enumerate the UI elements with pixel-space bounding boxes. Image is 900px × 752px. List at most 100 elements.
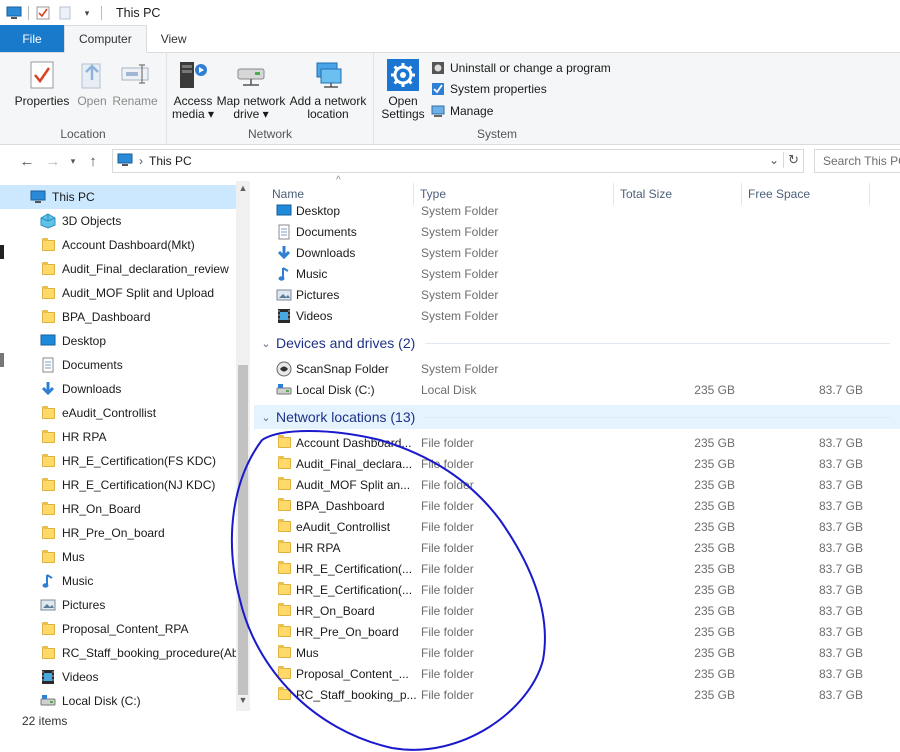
folder-icon bbox=[40, 237, 56, 253]
address-dropdown-icon[interactable]: ⌄ bbox=[769, 153, 779, 167]
file-row[interactable]: Proposal_Content_... File folder 235 GB 83.… bbox=[254, 663, 900, 684]
nav-item[interactable]: Pictures bbox=[0, 593, 236, 617]
uninstall-program-button[interactable]: Uninstall or change a program bbox=[430, 58, 611, 78]
file-row[interactable]: BPA_Dashboard File folder 235 GB 83.7 GB bbox=[254, 495, 900, 516]
folder-icon bbox=[40, 405, 56, 421]
nav-item[interactable]: Desktop bbox=[0, 329, 236, 353]
file-name-text: HR_E_Certification(... bbox=[296, 561, 413, 576]
nav-item[interactable]: Documents bbox=[0, 353, 236, 377]
file-row[interactable]: HR RPA File folder 235 GB 83.7 GB bbox=[254, 537, 900, 558]
nav-item[interactable]: This PC bbox=[0, 185, 236, 209]
search-input[interactable]: Search This PC bbox=[814, 149, 900, 173]
folder-icon bbox=[40, 501, 56, 517]
properties-label: Properties bbox=[14, 94, 70, 108]
file-row[interactable]: HR_E_Certification(... File folder 235 GB 8… bbox=[254, 558, 900, 579]
file-row[interactable]: Audit_Final_declara... File folder 235 GB 8… bbox=[254, 453, 900, 474]
system-properties-label: System properties bbox=[450, 82, 547, 96]
file-row[interactable]: Local Disk (C:) Local Disk 235 GB 83.7 GB bbox=[254, 379, 900, 400]
file-row[interactable]: HR_E_Certification(... File folder 235 GB 8… bbox=[254, 579, 900, 600]
properties-quick-icon[interactable] bbox=[35, 5, 51, 21]
file-row[interactable]: Desktop System Folder bbox=[254, 200, 900, 221]
file-name: Local Disk (C:) bbox=[276, 382, 375, 398]
file-type: File folder bbox=[421, 582, 474, 597]
nav-item[interactable]: Audit_MOF Split and Upload bbox=[0, 281, 236, 305]
nav-item[interactable]: Proposal_Content_RPA bbox=[0, 617, 236, 641]
forward-button[interactable]: → bbox=[40, 148, 66, 174]
add-network-location-button[interactable]: Add a network location bbox=[287, 57, 369, 121]
collapse-chevron-icon[interactable]: ⌄ bbox=[256, 337, 276, 350]
open-label: Open bbox=[77, 94, 107, 108]
file-type: System Folder bbox=[421, 266, 499, 281]
nav-item[interactable]: Downloads bbox=[0, 377, 236, 401]
rename-button[interactable]: Rename bbox=[112, 57, 158, 108]
customize-quick-access-icon[interactable]: ▾ bbox=[79, 5, 95, 21]
open-button[interactable]: Open bbox=[72, 57, 112, 108]
file-row[interactable]: Videos System Folder bbox=[254, 305, 900, 326]
file-row[interactable]: Music System Folder bbox=[254, 263, 900, 284]
scroll-down-icon[interactable]: ▼ bbox=[236, 693, 250, 707]
open-settings-label: Open Settings bbox=[381, 94, 425, 121]
nav-item[interactable]: RC_Staff_booking_procedure(Abl bbox=[0, 641, 236, 665]
nav-item[interactable]: Videos bbox=[0, 665, 236, 689]
manage-button[interactable]: Manage bbox=[430, 101, 493, 121]
open-settings-button[interactable]: Open Settings bbox=[380, 57, 426, 121]
divider bbox=[101, 6, 102, 20]
file-row[interactable]: Pictures System Folder bbox=[254, 284, 900, 305]
nav-item[interactable]: Audit_Final_declaration_review bbox=[0, 257, 236, 281]
scrollbar-thumb[interactable] bbox=[238, 365, 248, 695]
recent-locations-button[interactable]: ▾ bbox=[66, 148, 80, 174]
nav-item-label: Videos bbox=[62, 670, 99, 684]
new-folder-quick-icon[interactable] bbox=[57, 5, 73, 21]
file-type: System Folder bbox=[421, 224, 499, 239]
nav-item-label: Music bbox=[62, 574, 94, 588]
tab-view[interactable]: View bbox=[147, 25, 201, 52]
system-properties-button[interactable]: System properties bbox=[430, 79, 547, 99]
scroll-up-icon[interactable]: ▲ bbox=[236, 181, 250, 195]
network-group-header[interactable]: ⌄ Network locations (13) bbox=[254, 405, 900, 429]
file-row[interactable]: Account Dashboard... File folder 235 GB 83.… bbox=[254, 432, 900, 453]
file-row[interactable]: RC_Staff_booking_p... File folder 235 GB 83… bbox=[254, 684, 900, 705]
file-type: File folder bbox=[421, 498, 474, 513]
file-row[interactable]: Downloads System Folder bbox=[254, 242, 900, 263]
nav-item[interactable]: HR RPA bbox=[0, 425, 236, 449]
nav-item[interactable]: Music bbox=[0, 569, 236, 593]
refresh-icon[interactable]: ↻ bbox=[783, 152, 799, 168]
nav-item[interactable]: HR_On_Board bbox=[0, 497, 236, 521]
file-row[interactable]: Audit_MOF Split an... File folder 235 GB 83… bbox=[254, 474, 900, 495]
file-row[interactable]: Documents System Folder bbox=[254, 221, 900, 242]
file-row[interactable]: eAudit_Controllist File folder 235 GB 83.7 … bbox=[254, 516, 900, 537]
file-row[interactable]: Mus File folder 235 GB 83.7 GB bbox=[254, 642, 900, 663]
map-network-drive-button[interactable]: Map network drive ▾ bbox=[215, 57, 287, 121]
videos-icon bbox=[40, 669, 56, 685]
back-button[interactable]: ← bbox=[14, 148, 40, 174]
file-row[interactable]: HR_Pre_On_board File folder 235 GB 83.7 GB bbox=[254, 621, 900, 642]
documents-icon bbox=[40, 357, 56, 373]
devices-group-header[interactable]: ⌄ Devices and drives (2) bbox=[254, 331, 900, 355]
address-bar[interactable]: › This PC ⌄ ↻ bbox=[112, 149, 804, 173]
tab-computer[interactable]: Computer bbox=[64, 25, 147, 53]
file-type: File folder bbox=[421, 456, 474, 471]
properties-button[interactable]: Properties bbox=[14, 57, 70, 108]
nav-item[interactable]: BPA_Dashboard bbox=[0, 305, 236, 329]
nav-scrollbar[interactable]: ▲ ▼ bbox=[236, 181, 250, 711]
music-icon bbox=[276, 266, 292, 282]
file-row[interactable]: HR_On_Board File folder 235 GB 83.7 GB bbox=[254, 600, 900, 621]
nav-item-label: Downloads bbox=[62, 382, 122, 396]
nav-item[interactable]: HR_E_Certification(NJ KDC) bbox=[0, 473, 236, 497]
collapse-chevron-icon[interactable]: ⌄ bbox=[256, 411, 276, 424]
nav-item[interactable]: eAudit_Controllist bbox=[0, 401, 236, 425]
file-row[interactable]: ScanSnap Folder System Folder bbox=[254, 358, 900, 379]
access-media-button[interactable]: Access media ▾ bbox=[171, 57, 215, 121]
nav-item[interactable]: Local Disk (C:) bbox=[0, 689, 236, 713]
breadcrumb-chevron-icon[interactable]: › bbox=[139, 154, 143, 168]
file-type: System Folder bbox=[421, 308, 499, 323]
nav-item[interactable]: Mus bbox=[0, 545, 236, 569]
nav-item[interactable]: HR_Pre_On_board bbox=[0, 521, 236, 545]
nav-item[interactable]: 3D Objects bbox=[0, 209, 236, 233]
breadcrumb-this-pc[interactable]: This PC bbox=[149, 154, 192, 168]
nav-item[interactable]: Account Dashboard(Mkt) bbox=[0, 233, 236, 257]
file-name-text: RC_Staff_booking_p... bbox=[296, 687, 417, 702]
tab-file[interactable]: File bbox=[0, 25, 64, 52]
up-button[interactable]: ↑ bbox=[80, 148, 106, 174]
nav-item[interactable]: HR_E_Certification(FS KDC) bbox=[0, 449, 236, 473]
